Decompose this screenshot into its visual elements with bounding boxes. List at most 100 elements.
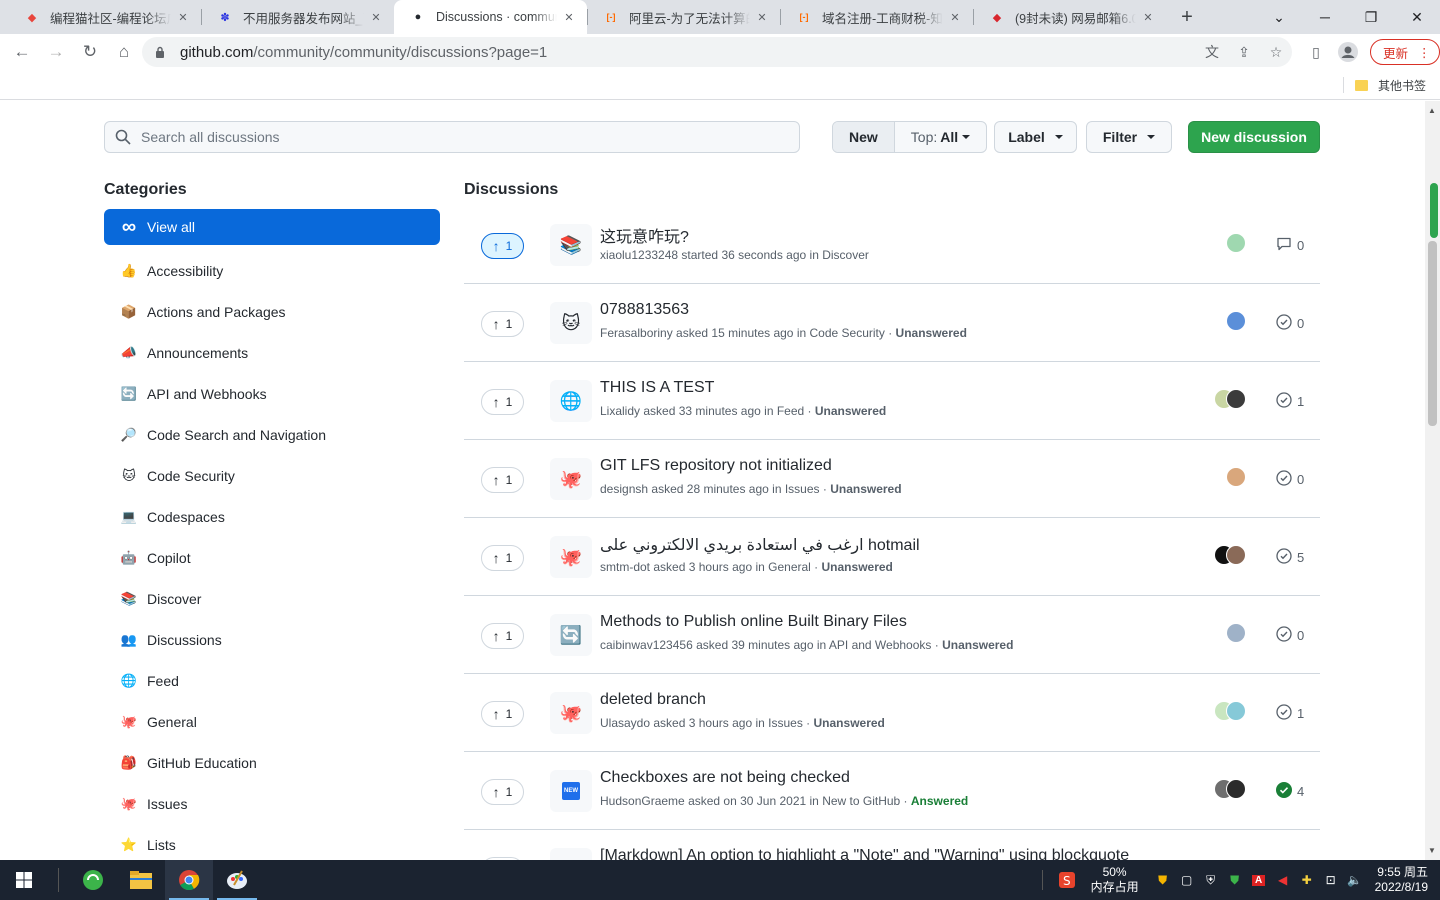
category-link[interactable]: Feed [777,404,804,418]
share-icon[interactable]: ⇪ [1228,44,1260,61]
discussion-title-link[interactable]: deleted branch [600,691,706,709]
start-button[interactable] [0,860,48,900]
avatar[interactable] [1226,389,1246,409]
label-dropdown[interactable]: Label [994,121,1077,153]
upvote-button[interactable]: ↑ 1 [481,623,524,649]
discussion-title-link[interactable]: ارغب في استعادة بريدي الالكتروني على hot… [600,535,920,555]
close-tab-icon[interactable]: ✕ [947,9,963,25]
discussion-title-link[interactable]: Checkboxes are not being checked [600,769,850,787]
filter-dropdown[interactable]: Filter [1086,121,1172,153]
minimize-button[interactable]: ─ [1302,0,1348,34]
avatar[interactable] [1226,779,1246,799]
upvote-button[interactable]: ↑ 1 [481,311,524,337]
other-bookmarks[interactable]: 其他书签 [1355,77,1426,94]
upvote-button[interactable]: ↑ 1 [481,545,524,571]
browser-tab[interactable]: ● Discussions · community ✕ [394,0,587,34]
author-link[interactable]: designsh [600,482,648,496]
volume-icon[interactable]: 🔈 [1343,873,1367,887]
browser-tab[interactable]: [-] 域名注册-工商财税-知识产权 ✕ [780,0,973,34]
security-tray-icon[interactable]: ⛨ [1199,873,1223,888]
upvote-button[interactable]: ↑ 1 [481,467,524,493]
category-link[interactable]: Issues [785,482,820,496]
category-item[interactable]: 🐱 Code Security [104,455,440,496]
discussion-title-link[interactable]: Methods to Publish online Built Binary F… [600,613,907,631]
sort-top-button[interactable]: Top: All [895,122,986,152]
close-tab-icon[interactable]: ✕ [175,9,191,25]
avatar[interactable] [1226,623,1246,643]
reload-icon[interactable]: ↻ [74,36,106,68]
browser-tab[interactable]: ✽ 不用服务器发布网站_百度搜索 ✕ [201,0,394,34]
search-input[interactable] [141,129,799,145]
category-item[interactable]: 🌐 Feed [104,660,440,701]
clock[interactable]: 9:55 周五 2022/8/19 [1375,865,1428,895]
chrome-icon[interactable] [165,860,213,900]
category-item[interactable]: 🎒 GitHub Education [104,742,440,783]
category-link[interactable]: Issues [768,716,803,730]
new-tab-button[interactable]: + [1172,0,1202,34]
author-link[interactable]: HudsonGraeme [600,794,685,808]
scroll-down-icon[interactable]: ▼ [1428,846,1436,855]
360-tray-icon[interactable]: ✚ [1295,873,1319,887]
forward-icon[interactable]: → [40,36,72,68]
memory-usage[interactable]: 50% 内存占用 [1091,865,1139,895]
scroll-thumb[interactable] [1428,241,1437,426]
category-item[interactable]: 📣 Announcements [104,332,440,373]
network-icon[interactable]: ⊡ [1319,873,1343,887]
discussion-title-link[interactable]: 0788813563 [600,301,689,319]
close-window-button[interactable]: ✕ [1394,0,1440,34]
author-link[interactable]: xiaolu1233248 [600,248,678,262]
sort-new-button[interactable]: New [833,122,895,152]
file-explorer-icon[interactable] [117,860,165,900]
category-item[interactable]: ∞ View all [104,209,440,245]
paint-app-icon[interactable] [213,860,261,900]
category-item[interactable]: 🐙 General [104,701,440,742]
category-link[interactable]: Discover [822,248,869,262]
browser-tab[interactable]: ◆ (9封未读) 网易邮箱6.0版 ✕ [973,0,1166,34]
upvote-button[interactable]: ↑ 1 [481,779,524,805]
profile-avatar-icon[interactable] [1332,36,1364,68]
close-tab-icon[interactable]: ✕ [1140,9,1156,25]
avatar[interactable] [1226,701,1246,721]
category-item[interactable]: 📦 Actions and Packages [104,291,440,332]
home-icon[interactable]: ⌂ [108,36,140,68]
upvote-button[interactable]: ↑ 1 [481,233,524,259]
avatar[interactable] [1226,233,1246,253]
amd-tray-icon[interactable]: A [1247,874,1271,886]
category-item[interactable]: 💻 Codespaces [104,496,440,537]
restore-button[interactable]: ❐ [1348,0,1394,34]
browser-tab[interactable]: [-] 阿里云-为了无法计算的价值 ✕ [587,0,780,34]
scroll-up-icon[interactable]: ▲ [1428,106,1436,115]
back-icon[interactable]: ← [6,36,38,68]
author-link[interactable]: Ulasaydo [600,716,650,730]
update-button[interactable]: 更新 ⋮ [1370,39,1440,65]
category-item[interactable]: ⭐ Lists [104,824,440,860]
category-item[interactable]: 👥 Discussions [104,619,440,660]
bookmark-star-icon[interactable]: ☆ [1260,44,1292,61]
close-tab-icon[interactable]: ✕ [561,9,577,25]
lock-icon[interactable] [154,46,166,58]
translate-icon[interactable]: 文 [1196,42,1228,62]
tab-search-icon[interactable]: ⌄ [1256,0,1302,34]
browser-tab[interactable]: ◆ 编程猫社区-编程论坛广场 ✕ [8,0,201,34]
category-link[interactable]: API and Webhooks [829,638,932,652]
category-item[interactable]: 📚 Discover [104,578,440,619]
category-item[interactable]: 👍 Accessibility [104,250,440,291]
discussion-title-link[interactable]: GIT LFS repository not initialized [600,457,832,475]
side-panel-icon[interactable]: ▯ [1300,36,1332,68]
app-360-icon[interactable] [69,860,117,900]
sogou-ime-icon[interactable]: S [1055,872,1079,888]
window-tray-icon[interactable]: ▢ [1175,873,1199,887]
search-box[interactable] [104,121,800,153]
category-item[interactable]: 🐙 Issues [104,783,440,824]
category-link[interactable]: Code Security [810,326,885,340]
category-link[interactable]: New to GitHub [822,794,900,808]
avatar[interactable] [1226,545,1246,565]
discussion-title-link[interactable]: [Markdown] An option to highlight a "Not… [600,847,1129,860]
shield-tray-icon[interactable]: ⛊ [1151,873,1175,888]
category-item[interactable]: 🔎 Code Search and Navigation [104,414,440,455]
author-link[interactable]: smtm-dot [600,560,650,574]
upvote-button[interactable]: ↑ 1 [481,389,524,415]
upvote-button[interactable]: ↑ 1 [481,701,524,727]
author-link[interactable]: caibinwav123456 [600,638,693,652]
close-tab-icon[interactable]: ✕ [368,9,384,25]
